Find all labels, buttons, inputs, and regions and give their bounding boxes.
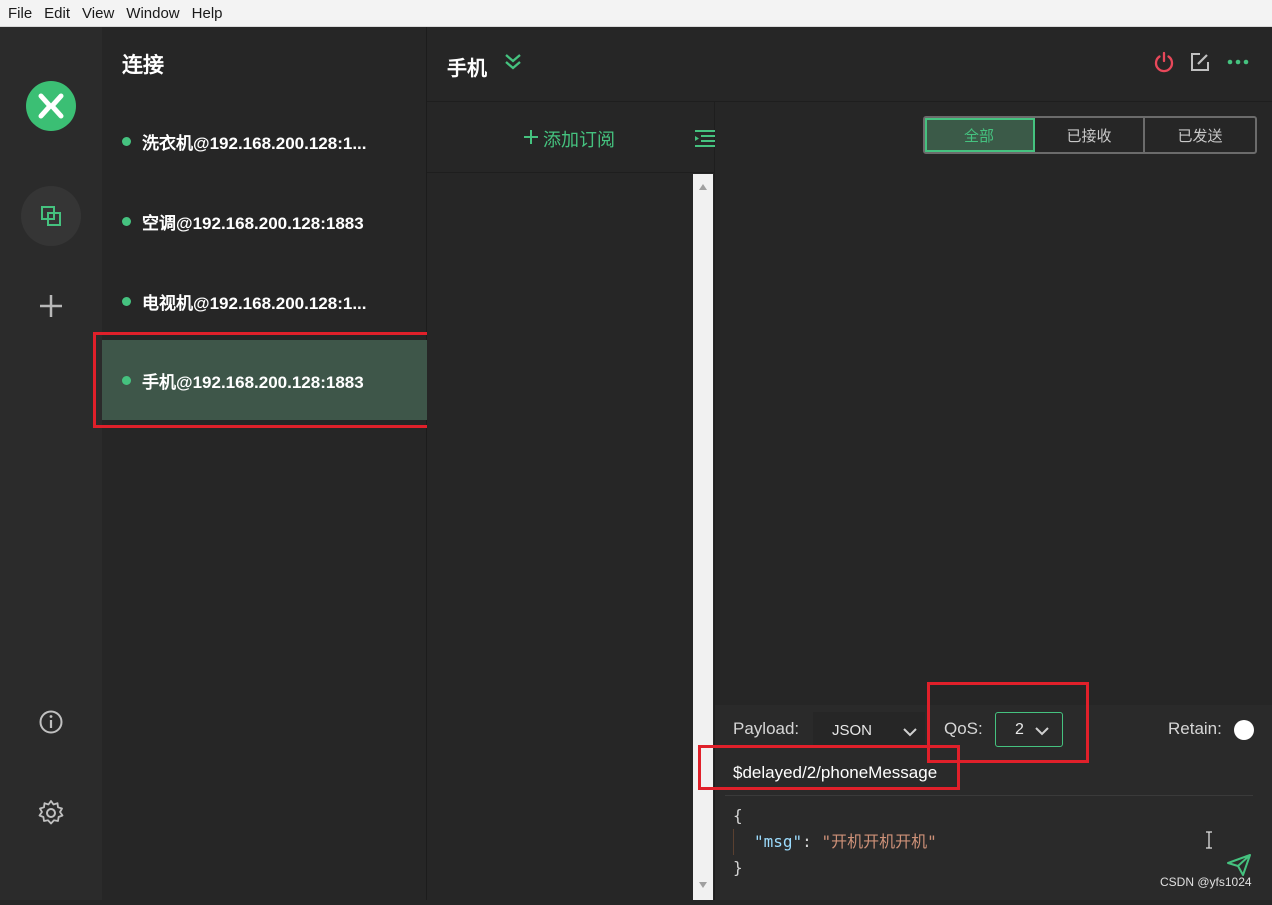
chevron-down-icon [902,725,918,742]
subscriptions-header: 添加订阅 [427,102,715,173]
code-colon: : [802,832,822,851]
add-subscription-button[interactable]: 添加订阅 [523,126,615,152]
status-dot [122,216,131,226]
chevrons-down-icon[interactable] [503,52,523,77]
code-key: "msg" [754,832,803,851]
menu-edit[interactable]: Edit [38,0,76,27]
gear-icon[interactable] [21,783,81,843]
connections-title: 连接 [122,54,164,77]
info-icon[interactable] [21,692,81,752]
filter-sent-button[interactable]: 已发送 [1145,118,1255,152]
code-close-brace: } [733,858,743,877]
payload-format-select[interactable]: JSON [813,712,925,748]
status-dot [122,136,131,146]
logo-icon[interactable] [26,81,76,131]
connection-item-washer[interactable]: 洗衣机@192.168.200.128:1... [102,101,427,181]
nav-rail [0,27,102,900]
connection-header: 手机 [427,27,1272,102]
subscriptions-scrollbar[interactable] [693,174,713,900]
connection-title: 手机 [447,58,487,80]
edit-icon[interactable] [1189,51,1211,78]
menu-file[interactable]: File [2,0,38,27]
add-subscription-label: 添加订阅 [543,130,615,150]
status-dot [122,296,131,306]
highlight-box-connection [93,332,445,428]
code-value: "开机开机开机" [821,832,937,851]
menu-view[interactable]: View [76,0,120,27]
connection-label: 洗衣机@192.168.200.128:1... [142,133,367,153]
code-line: "msg": "开机开机开机" [733,829,937,855]
retain-label: Retain: [1168,719,1222,738]
filter-all-button[interactable]: 全部 [925,118,1035,152]
power-icon[interactable] [1153,51,1175,78]
menu-window[interactable]: Window [120,0,185,27]
connections-panel: 连接 洗衣机@192.168.200.128:1... 空调@192.168.2… [102,27,427,900]
menu-bar: File Edit View Window Help [0,0,1272,27]
retain-toggle[interactable] [1234,720,1254,740]
connection-item-ac[interactable]: 空调@192.168.200.128:1883 [102,181,427,261]
payload-format-value: JSON [832,721,873,739]
code-open-brace: { [733,806,743,825]
connection-item-tv[interactable]: 电视机@192.168.200.128:1... [102,261,427,341]
more-icon[interactable] [1227,51,1249,78]
plus-icon[interactable] [21,276,81,336]
highlight-box-topic [698,745,960,790]
connection-label: 空调@192.168.200.128:1883 [142,213,364,233]
message-filter: 全部 已接收 已发送 [923,116,1257,154]
payload-label: Payload: [733,719,800,738]
divider [725,795,1253,796]
list-icon[interactable] [693,128,715,153]
subscriptions-panel: 添加订阅 [427,102,715,900]
watermark: CSDN @yfs1024 [1160,875,1252,889]
text-cursor-icon [1204,831,1214,854]
payload-editor[interactable]: { "msg": "开机开机开机" } [733,803,937,881]
connections-icon[interactable] [21,186,81,246]
messages-area: 全部 已接收 已发送 [715,102,1272,705]
menu-help[interactable]: Help [186,0,229,27]
plus-icon [523,129,539,150]
filter-received-button[interactable]: 已接收 [1035,118,1145,152]
connection-label: 电视机@192.168.200.128:1... [142,293,367,313]
